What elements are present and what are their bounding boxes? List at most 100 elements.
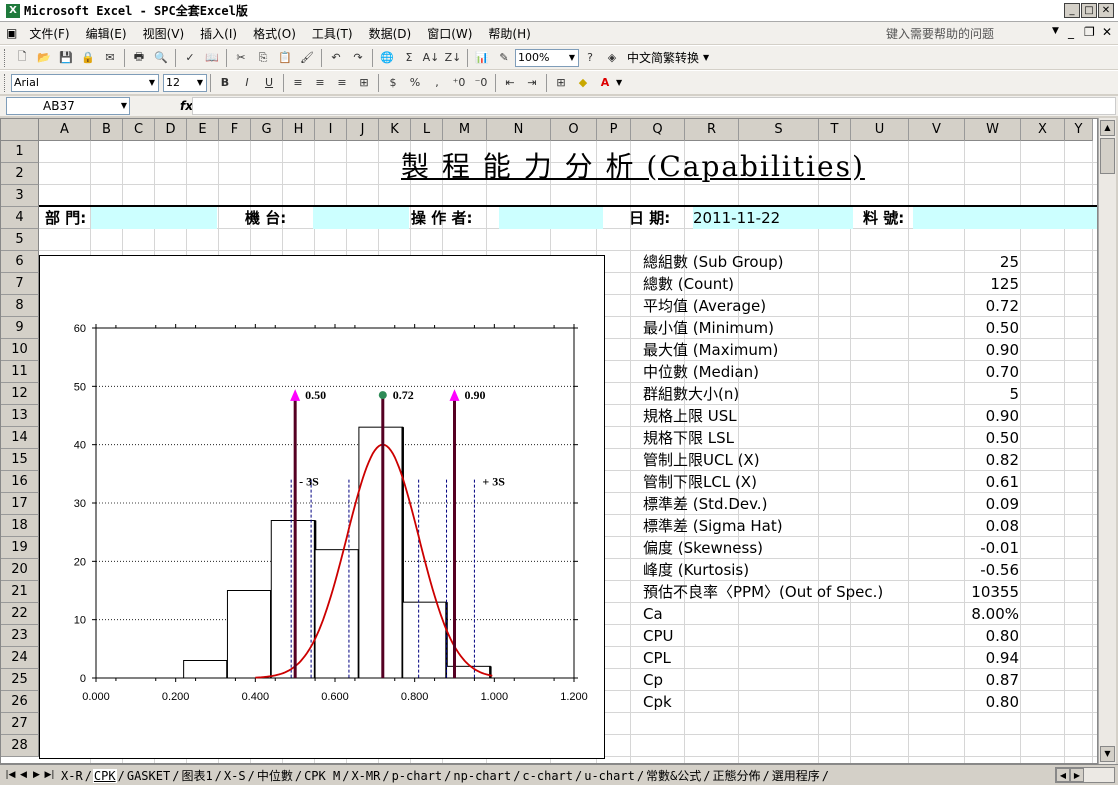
currency-icon[interactable]: $	[384, 74, 402, 92]
hyperlink-icon[interactable]: 🌐	[378, 49, 396, 67]
sheet-tab[interactable]: X-MR	[350, 769, 381, 783]
open-icon[interactable]: 📂	[35, 49, 53, 67]
italic-icon[interactable]: I	[238, 74, 256, 92]
increase-decimal-icon[interactable]: ⁺0	[450, 74, 468, 92]
name-box[interactable]: AB37 ▼	[6, 97, 130, 115]
undo-icon[interactable]: ↶	[327, 49, 345, 67]
scroll-left-icon[interactable]: ◀	[1056, 768, 1070, 782]
sort-ascending-icon[interactable]: A↓	[422, 49, 440, 67]
doc-minimize-icon[interactable]: _	[1068, 25, 1074, 39]
percent-icon[interactable]: %	[406, 74, 424, 92]
scroll-up-icon[interactable]: ▲	[1100, 120, 1115, 136]
chevron-down-icon[interactable]: ▼	[703, 53, 709, 62]
autosum-icon[interactable]: Σ	[400, 49, 418, 67]
cut-icon[interactable]: ✂	[232, 49, 250, 67]
menu-help[interactable]: 帮助(H)	[480, 25, 538, 42]
sheet-tab[interactable]: 图表1	[180, 769, 213, 783]
sheet-tab[interactable]: np-chart	[452, 769, 512, 783]
print-preview-icon[interactable]: 🔍	[152, 49, 170, 67]
tab-divider: /	[84, 768, 92, 783]
menu-edit[interactable]: 编辑(E)	[78, 25, 135, 42]
menu-tools[interactable]: 工具(T)	[304, 25, 361, 42]
scroll-right-icon[interactable]: ▶	[1070, 768, 1084, 782]
merge-center-icon[interactable]: ⊞	[355, 74, 373, 92]
histogram-chart[interactable]: 0 10 20 30 40 50 60 0.000 0.200 0.400 0.600 0.800 1.…	[39, 255, 605, 759]
maximize-icon[interactable]: □	[1081, 3, 1097, 18]
sheet-tab[interactable]: GASKET	[126, 769, 171, 783]
sheet-tab[interactable]: X-R	[60, 769, 84, 783]
font-color-icon[interactable]: A	[596, 74, 614, 92]
formula-input[interactable]	[192, 97, 1116, 115]
vertical-scrollbar[interactable]: ▲ ▼	[1098, 118, 1116, 764]
first-sheet-icon[interactable]: |◀	[4, 770, 17, 780]
prev-sheet-icon[interactable]: ◀	[17, 770, 30, 780]
menu-insert[interactable]: 插入(I)	[192, 25, 245, 42]
bold-icon[interactable]: B	[216, 74, 234, 92]
underline-icon[interactable]: U	[260, 74, 278, 92]
help-icon[interactable]: ?	[581, 49, 599, 67]
convert-icon[interactable]: ◈	[603, 49, 621, 67]
decrease-decimal-icon[interactable]: ⁻0	[472, 74, 490, 92]
menu-file[interactable]: 文件(F)	[21, 25, 77, 42]
scroll-thumb[interactable]	[1100, 138, 1115, 174]
drawing-icon[interactable]: ✎	[495, 49, 513, 67]
sheet-tab[interactable]: X-S	[223, 769, 247, 783]
tab-divider: /	[214, 768, 222, 783]
menu-view[interactable]: 视图(V)	[135, 25, 193, 42]
permission-icon[interactable]: 🔒	[79, 49, 97, 67]
horizontal-scrollbar[interactable]: ◀ ▶	[1055, 767, 1115, 783]
menu-window[interactable]: 窗口(W)	[419, 25, 480, 42]
comma-icon[interactable]: ,	[428, 74, 446, 92]
doc-restore-icon[interactable]: ❐	[1084, 25, 1095, 39]
sheet-tab[interactable]: CPK M	[303, 769, 341, 783]
help-search-input[interactable]: 键入需要帮助的问题	[886, 25, 1066, 42]
new-icon[interactable]: 🗋	[13, 49, 31, 67]
fill-color-icon[interactable]: ◆	[574, 74, 592, 92]
paste-icon[interactable]: 📋	[276, 49, 294, 67]
sheet-tab[interactable]: p-chart	[391, 769, 444, 783]
sheet-tab[interactable]: u-chart	[583, 769, 636, 783]
sheet-tab[interactable]: 常數&公式	[645, 769, 702, 783]
increase-indent-icon[interactable]: ⇥	[523, 74, 541, 92]
zoom-select[interactable]: 100% ▼	[515, 48, 579, 67]
borders-icon[interactable]: ⊞	[552, 74, 570, 92]
menu-data[interactable]: 数据(D)	[361, 25, 420, 42]
minimize-icon[interactable]: _	[1064, 3, 1080, 18]
last-sheet-icon[interactable]: ▶|	[43, 770, 56, 780]
format-painter-icon[interactable]: 🖌	[298, 49, 316, 67]
close-icon[interactable]: ✕	[1098, 3, 1114, 18]
email-icon[interactable]: ✉	[101, 49, 119, 67]
sheet-tab[interactable]: 選用程序	[771, 769, 821, 783]
sheet-tab[interactable]: 中位數	[256, 769, 294, 783]
worksheet-grid[interactable]: ABCDEFGHIJKLMNOPQRSTUVWXY 1 2 3 4 5 6 7 8 9 10 11 1…	[0, 118, 1098, 764]
chinese-convert-button[interactable]: 中文简繁转换	[623, 49, 703, 66]
sheet-tab[interactable]: c-chart	[521, 769, 574, 783]
spelling-icon[interactable]: ✓	[181, 49, 199, 67]
align-center-icon[interactable]: ≡	[311, 74, 329, 92]
redo-icon[interactable]: ↷	[349, 49, 367, 67]
stat-label: Cp	[643, 671, 663, 689]
print-icon[interactable]: 🖶	[130, 49, 148, 67]
scroll-down-icon[interactable]: ▼	[1100, 746, 1115, 762]
sheet-tab[interactable]: CPK	[92, 768, 117, 783]
chart-wizard-icon[interactable]: 📊	[473, 49, 491, 67]
next-sheet-icon[interactable]: ▶	[30, 770, 43, 780]
font-name-select[interactable]: Arial ▼	[11, 73, 159, 92]
chevron-down-icon[interactable]: ▼	[1052, 26, 1059, 36]
decrease-indent-icon[interactable]: ⇤	[501, 74, 519, 92]
sort-descending-icon[interactable]: Z↓	[444, 49, 462, 67]
align-left-icon[interactable]: ≡	[289, 74, 307, 92]
font-name-value: Arial	[14, 76, 39, 89]
sheet-tabs: |◀ ◀ ▶ ▶| X-R / CPK / GASKET / 图表1/X-S / 中位數 / CPK…	[0, 764, 1118, 785]
menu-format[interactable]: 格式(O)	[245, 25, 304, 42]
font-size-select[interactable]: 12 ▼	[163, 73, 207, 92]
doc-close-icon[interactable]: ✕	[1102, 25, 1112, 39]
research-icon[interactable]: 📖	[203, 49, 221, 67]
chevron-down-icon[interactable]: ▼	[616, 78, 622, 87]
doc-menu-icon[interactable]: ▣	[0, 26, 21, 40]
sheet-tab[interactable]: 正態分佈	[712, 769, 762, 783]
tab-divider: /	[636, 768, 645, 783]
save-icon[interactable]: 💾	[57, 49, 75, 67]
copy-icon[interactable]: ⎘	[254, 49, 272, 67]
align-right-icon[interactable]: ≡	[333, 74, 351, 92]
